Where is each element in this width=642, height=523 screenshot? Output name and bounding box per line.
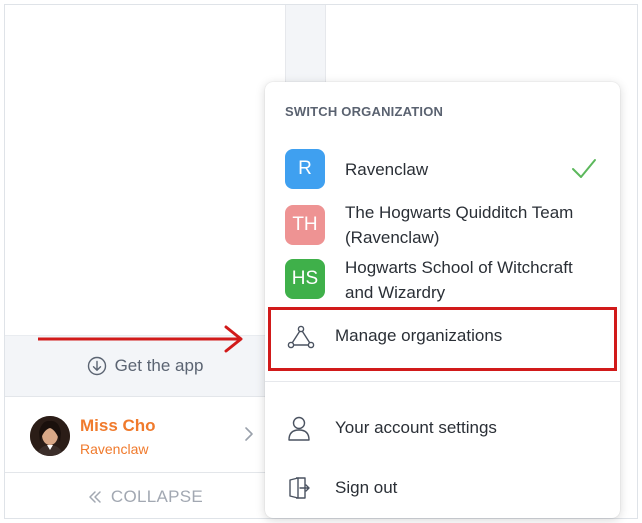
double-chevron-left-icon <box>89 490 101 503</box>
org-name: Ravenclaw <box>345 160 429 179</box>
org-badge: R <box>285 149 325 189</box>
sign-out-label: Sign out <box>335 478 398 497</box>
org-item-hogwarts-school[interactable]: HS Hogwarts School of Witchcraft and Wiz… <box>265 253 620 309</box>
org-item-quidditch-team[interactable]: TH The Hogwarts Quidditch Team (Ravencla… <box>265 198 620 254</box>
org-name: The Hogwarts Quidditch Team (Ravenclaw) <box>345 203 574 247</box>
collapse-sidebar-button[interactable]: COLLAPSE <box>5 473 285 518</box>
switch-organization-header: SWITCH ORGANIZATION <box>285 104 444 119</box>
sign-out-item[interactable]: Sign out <box>265 463 620 513</box>
get-the-app-label: Get the app <box>114 356 204 375</box>
chevron-right-icon <box>245 427 253 441</box>
organization-dropdown: SWITCH ORGANIZATION R Ravenclaw TH The H… <box>265 82 620 518</box>
org-name: Hogwarts School of Witchcraft and Wizard… <box>345 258 573 302</box>
checkmark-icon <box>572 159 596 178</box>
annotation-arrow-icon <box>38 325 243 353</box>
account-settings-item[interactable]: Your account settings <box>265 403 620 453</box>
menu-divider <box>265 381 620 382</box>
collapse-label: COLLAPSE <box>110 486 204 506</box>
user-icon <box>288 416 310 441</box>
user-name: Miss Cho <box>80 416 156 435</box>
avatar <box>30 416 70 456</box>
org-badge: HS <box>285 259 325 299</box>
sign-out-icon <box>289 477 310 499</box>
org-item-ravenclaw[interactable]: R Ravenclaw <box>265 141 620 197</box>
download-circle-icon <box>87 356 106 376</box>
account-settings-label: Your account settings <box>335 418 497 437</box>
sidebar: Get the app Miss Cho Ravenclaw COLLAPSE <box>5 5 286 518</box>
user-organization: Ravenclaw <box>80 441 149 457</box>
user-profile-button[interactable]: Miss Cho Ravenclaw <box>5 397 285 473</box>
annotation-highlight-box <box>268 307 617 371</box>
org-badge: TH <box>285 205 325 245</box>
